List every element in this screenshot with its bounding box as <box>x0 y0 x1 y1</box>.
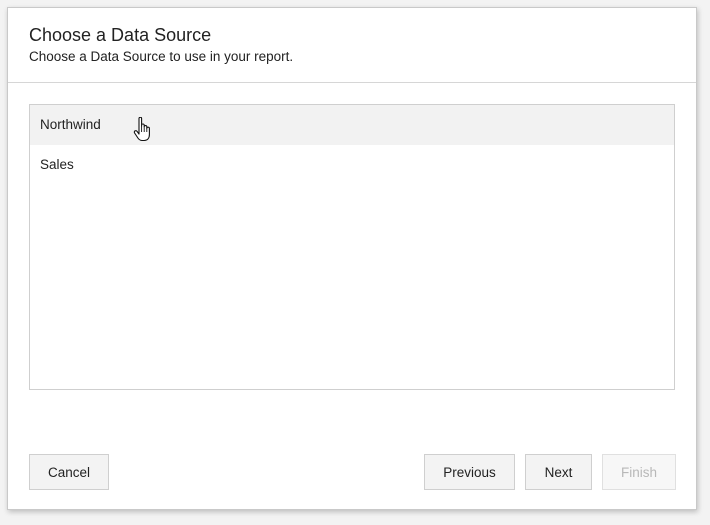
list-item-northwind[interactable]: Northwind <box>30 105 674 145</box>
list-item-sales[interactable]: Sales <box>30 145 674 185</box>
dialog-subtitle: Choose a Data Source to use in your repo… <box>29 49 294 64</box>
cancel-button[interactable]: Cancel <box>29 454 109 490</box>
list-item-label: Sales <box>40 157 74 172</box>
dialog-title: Choose a Data Source <box>29 25 212 45</box>
previous-button[interactable]: Previous <box>424 454 515 490</box>
list-item-label: Northwind <box>40 117 101 132</box>
hand-pointer-icon <box>133 117 150 142</box>
next-button[interactable]: Next <box>525 454 592 490</box>
choose-data-source-dialog: Choose a Data Source Choose a Data Sourc… <box>7 7 697 510</box>
dialog-header: Choose a Data Source Choose a Data Sourc… <box>8 8 696 83</box>
data-source-list[interactable]: Northwind Sales <box>29 104 675 390</box>
finish-button: Finish <box>602 454 676 490</box>
